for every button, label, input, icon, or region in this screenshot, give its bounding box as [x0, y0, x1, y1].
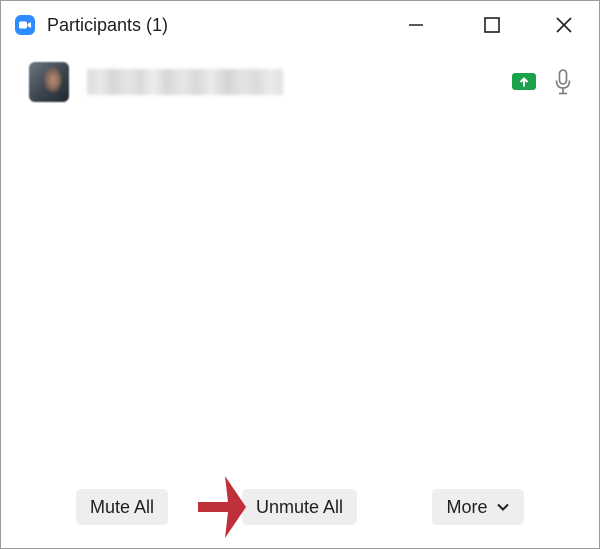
unmute-all-button[interactable]: Unmute All: [242, 489, 357, 525]
close-icon: [556, 17, 572, 33]
more-button[interactable]: More: [432, 489, 524, 525]
minimize-button[interactable]: [393, 5, 439, 45]
footer-actions: Mute All Unmute All More: [1, 489, 599, 527]
participant-row[interactable]: [1, 57, 599, 105]
avatar: [29, 62, 69, 102]
title-bar: Participants (1): [1, 1, 599, 49]
more-label: More: [446, 496, 488, 517]
chevron-down-icon: [496, 502, 510, 512]
screen-share-icon: [512, 73, 536, 90]
maximize-button[interactable]: [469, 5, 515, 45]
red-arrow-icon: [198, 476, 246, 538]
minimize-icon: [409, 24, 423, 26]
mute-all-button[interactable]: Mute All: [76, 489, 168, 525]
close-button[interactable]: [541, 5, 587, 45]
participants-window: Participants (1) Mute All Unmute All Mor…: [0, 0, 600, 549]
maximize-icon: [484, 17, 500, 33]
mute-all-label: Mute All: [89, 496, 155, 517]
microphone-icon[interactable]: [553, 68, 573, 96]
zoom-camera-icon: [15, 15, 35, 35]
participant-name: [87, 69, 283, 95]
window-title: Participants (1): [47, 15, 169, 35]
unmute-all-label: Unmute All: [255, 496, 344, 517]
